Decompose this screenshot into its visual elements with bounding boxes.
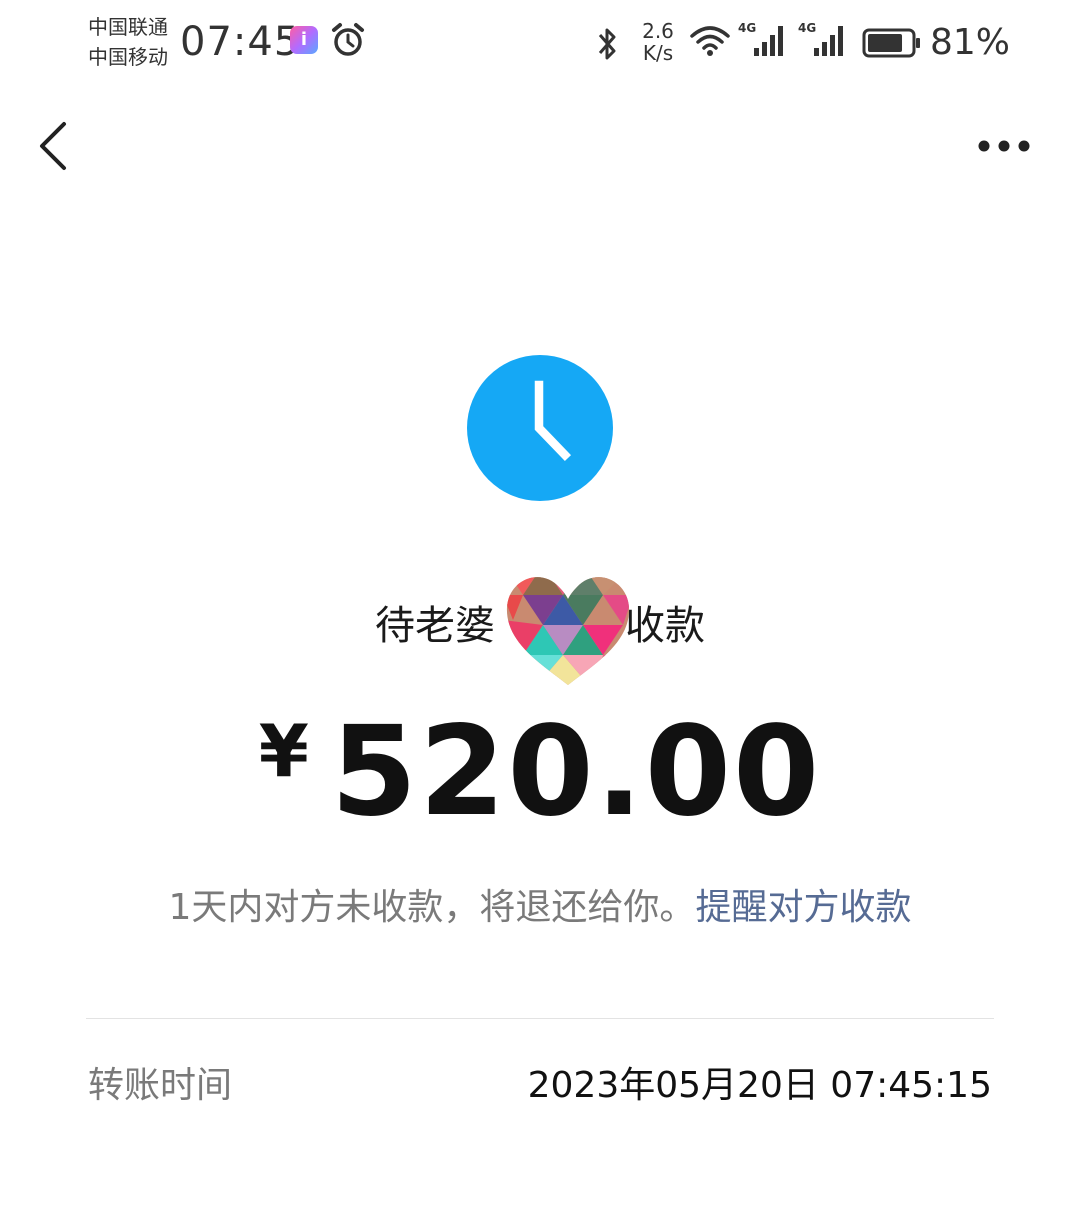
status-suffix: 收款 (625, 603, 705, 649)
refund-notice-text: 1天内对方未收款，将退还给你。 (168, 887, 696, 928)
battery-icon (862, 28, 920, 58)
wifi-icon (690, 26, 730, 56)
remind-recipient-link[interactable]: 提醒对方收款 (695, 887, 911, 928)
carrier-names: 中国联通 中国移动 (88, 12, 168, 72)
status-clock: 07:45 (180, 19, 301, 65)
signal-strength-icon: 4G (798, 21, 843, 56)
status-prefix: 待老婆 (375, 603, 495, 649)
battery-percentage: 81% (930, 22, 1011, 63)
app-notification-icon: i (290, 26, 318, 54)
signal-2-label: 4G (798, 21, 816, 35)
signal-1-label: 4G (738, 21, 756, 35)
back-button[interactable] (30, 116, 80, 176)
status-bar: 中国联通 中国移动 07:45 i 2.6 K/s 4G 4G 81% (0, 0, 1080, 88)
refund-notice: 1天内对方未收款，将退还给你。提醒对方收款 (0, 884, 1080, 932)
network-speed: 2.6 K/s (642, 19, 674, 65)
carrier-2: 中国移动 (88, 45, 168, 69)
currency-symbol: ¥ (258, 709, 309, 793)
transfer-time-label: 转账时间 (88, 1065, 233, 1106)
more-options-button[interactable] (972, 126, 1036, 166)
more-dots-icon (978, 140, 1030, 152)
signal-strength-icon: 4G (738, 21, 783, 56)
alarm-clock-icon (332, 23, 364, 56)
carrier-1: 中国联通 (88, 15, 168, 39)
transfer-time-value: 2023年05月20日 07:45:15 (527, 1065, 992, 1106)
amount-value: 520.00 (330, 700, 822, 844)
clock-icon (467, 355, 613, 501)
bluetooth-icon (598, 28, 616, 60)
transfer-amount: ¥520.00 (0, 700, 1080, 844)
chevron-left-icon (40, 122, 66, 170)
divider (86, 1018, 994, 1019)
heart-sticker-icon (506, 577, 630, 685)
